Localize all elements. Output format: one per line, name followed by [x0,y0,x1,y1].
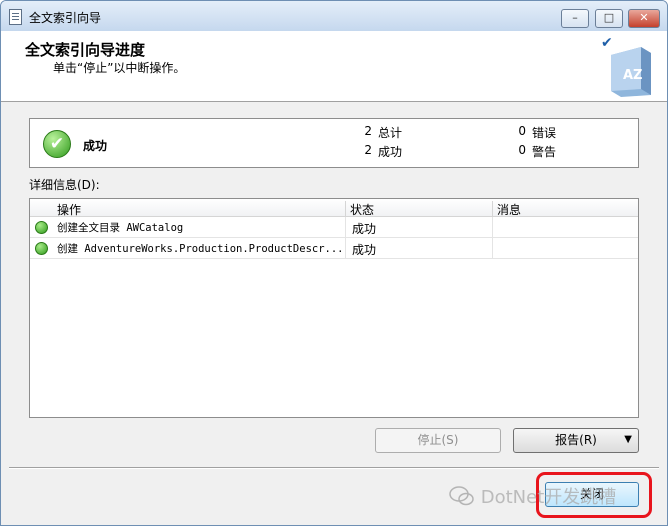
column-header-status[interactable]: 状态 [350,201,374,218]
status-result: 成功 [83,139,108,153]
watermark-text: DotNet开发跳槽 [480,487,617,508]
stop-button[interactable]: 停止(S) [375,428,501,453]
page-title: 全文索引向导进度 [25,41,146,59]
status-summary-panel: ✔ 成功 2 总计 2 成功 0 错误 0 警告 [29,118,639,168]
error-label: 错误 [532,126,557,140]
table-row[interactable]: 创建全文目录 AWCatalog 成功 [30,217,638,238]
row-operation: 创建全文目录 AWCatalog [57,222,184,234]
total-count: 2 [364,124,372,138]
book-icon-text: AZ [623,68,643,83]
checkmark-icon: ✔ [601,35,613,51]
success-icon [35,221,48,234]
minimize-button[interactable]: – [561,9,589,28]
column-header-message[interactable]: 消息 [497,201,521,218]
success-label: 成功 [378,145,403,159]
details-label: 详细信息(D): [29,178,100,192]
window-title: 全文索引向导 [29,11,102,25]
close-window-button[interactable]: ✕ [628,9,660,28]
success-icon: ✔ [43,130,71,158]
book-icon: AZ ✔ [601,35,655,97]
report-button[interactable]: 报告(R) ▼ [513,428,639,453]
error-count: 0 [518,124,526,138]
success-icon [35,242,48,255]
success-count: 2 [364,143,372,157]
wizard-header: 全文索引向导进度 单击“停止”以中断操作。 AZ ✔ [1,31,667,102]
document-icon [9,9,22,25]
title-bar[interactable]: 全文索引向导 – □ ✕ [1,1,667,31]
details-table[interactable]: 操作 状态 消息 创建全文目录 AWCatalog 成功 创建 Adventur… [29,198,639,418]
table-header: 操作 状态 消息 [30,199,638,218]
column-header-operation[interactable]: 操作 [57,201,81,218]
total-label: 总计 [378,126,403,140]
page-subtitle: 单击“停止”以中断操作。 [53,61,186,75]
dropdown-arrow-icon: ▼ [624,434,632,445]
warning-count: 0 [518,143,526,157]
wizard-window: 全文索引向导 – □ ✕ 全文索引向导进度 单击“停止”以中断操作。 AZ ✔ … [0,0,668,526]
footer-divider [9,467,659,469]
table-row[interactable]: 创建 AdventureWorks.Production.ProductDesc… [30,238,638,259]
row-operation: 创建 AdventureWorks.Production.ProductDesc… [57,243,344,255]
wechat-icon [449,486,475,506]
watermark: DotNet开发跳槽 [449,483,616,509]
warning-label: 警告 [532,145,557,159]
maximize-button[interactable]: □ [595,9,623,28]
row-status: 成功 [352,222,377,236]
row-status: 成功 [352,243,377,257]
report-button-label: 报告(R) [555,433,597,447]
